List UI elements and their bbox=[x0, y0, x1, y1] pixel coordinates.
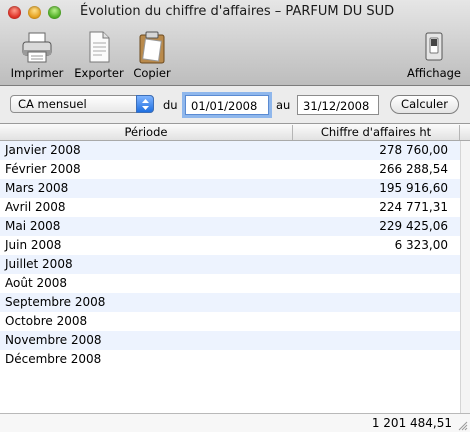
table-row[interactable]: Février 2008 266 288,54 bbox=[0, 160, 460, 179]
close-window-button[interactable] bbox=[8, 6, 21, 19]
copy-label: Copier bbox=[133, 66, 171, 80]
vertical-scrollbar[interactable] bbox=[460, 141, 470, 413]
document-icon bbox=[89, 31, 110, 63]
export-label: Exporter bbox=[74, 66, 124, 80]
minimize-window-button[interactable] bbox=[28, 6, 41, 19]
period-cell: Décembre 2008 bbox=[5, 352, 102, 366]
column-header-revenue[interactable]: Chiffre d'affaires ht bbox=[293, 125, 460, 140]
table-row[interactable]: Janvier 2008 278 760,00 bbox=[0, 141, 460, 160]
period-filter-bar: CA mensuel du 01/01/2008 au 31/12/2008 C… bbox=[0, 86, 470, 124]
clipboard-icon bbox=[139, 31, 165, 64]
period-cell: Janvier 2008 bbox=[5, 143, 81, 157]
column-header-period[interactable]: Période bbox=[0, 125, 293, 140]
switch-icon bbox=[425, 32, 443, 61]
table-row[interactable]: Novembre 2008 bbox=[0, 331, 460, 350]
title-toolbar-area: Évolution du chiffre d'affaires – PARFUM… bbox=[0, 0, 470, 86]
from-date-field[interactable]: 01/01/2008 bbox=[185, 95, 269, 115]
period-cell: Août 2008 bbox=[5, 276, 68, 290]
display-label: Affichage bbox=[406, 66, 462, 80]
revenue-cell: 6 323,00 bbox=[394, 238, 448, 252]
select-arrows-icon bbox=[136, 95, 154, 113]
resize-grip-icon[interactable] bbox=[457, 420, 468, 431]
print-button[interactable]: Imprimer bbox=[9, 30, 65, 80]
copy-button[interactable]: Copier bbox=[132, 30, 172, 80]
print-label: Imprimer bbox=[10, 66, 64, 80]
revenue-cell: 266 288,54 bbox=[379, 162, 448, 176]
total-bar: 1 201 484,51 bbox=[0, 413, 470, 432]
period-cell: Octobre 2008 bbox=[5, 314, 88, 328]
period-cell: Novembre 2008 bbox=[5, 333, 102, 347]
period-cell: Juillet 2008 bbox=[5, 257, 73, 271]
revenue-cell: 278 760,00 bbox=[379, 143, 448, 157]
period-cell: Mai 2008 bbox=[5, 219, 61, 233]
period-cell: Mars 2008 bbox=[5, 181, 69, 195]
table-row[interactable]: Avril 2008 224 771,31 bbox=[0, 198, 460, 217]
to-label: au bbox=[276, 98, 291, 112]
period-cell: Avril 2008 bbox=[5, 200, 66, 214]
period-type-select[interactable]: CA mensuel bbox=[10, 95, 154, 113]
table-row[interactable]: Octobre 2008 bbox=[0, 312, 460, 331]
period-cell: Juin 2008 bbox=[5, 238, 62, 252]
period-cell: Février 2008 bbox=[5, 162, 81, 176]
table-row[interactable]: Août 2008 bbox=[0, 274, 460, 293]
revenue-window: Évolution du chiffre d'affaires – PARFUM… bbox=[0, 0, 470, 432]
table-row[interactable]: Septembre 2008 bbox=[0, 293, 460, 312]
printer-icon bbox=[22, 32, 52, 63]
table-row[interactable]: Décembre 2008 bbox=[0, 350, 460, 369]
from-label: du bbox=[163, 98, 178, 112]
total-value: 1 201 484,51 bbox=[371, 416, 452, 430]
table-row[interactable]: Juin 2008 6 323,00 bbox=[0, 236, 460, 255]
window-controls bbox=[8, 6, 61, 19]
display-button[interactable]: Affichage bbox=[406, 30, 462, 80]
revenue-cell: 195 916,60 bbox=[379, 181, 448, 195]
period-cell: Septembre 2008 bbox=[5, 295, 106, 309]
export-button[interactable]: Exporter bbox=[72, 30, 126, 80]
window-title: Évolution du chiffre d'affaires – PARFUM… bbox=[80, 4, 395, 19]
revenue-table-body: Janvier 2008 278 760,00 Février 2008 266 2… bbox=[0, 141, 460, 411]
table-row[interactable]: Juillet 2008 bbox=[0, 255, 460, 274]
revenue-cell: 229 425,06 bbox=[379, 219, 448, 233]
table-row[interactable]: Mai 2008 229 425,06 bbox=[0, 217, 460, 236]
table-header: Période Chiffre d'affaires ht bbox=[0, 124, 470, 141]
to-date-field[interactable]: 31/12/2008 bbox=[297, 95, 379, 115]
period-type-value: CA mensuel bbox=[18, 97, 87, 111]
zoom-window-button[interactable] bbox=[48, 6, 61, 19]
table-row[interactable]: Mars 2008 195 916,60 bbox=[0, 179, 460, 198]
revenue-cell: 224 771,31 bbox=[379, 200, 448, 214]
calculate-button[interactable]: Calculer bbox=[390, 95, 459, 114]
